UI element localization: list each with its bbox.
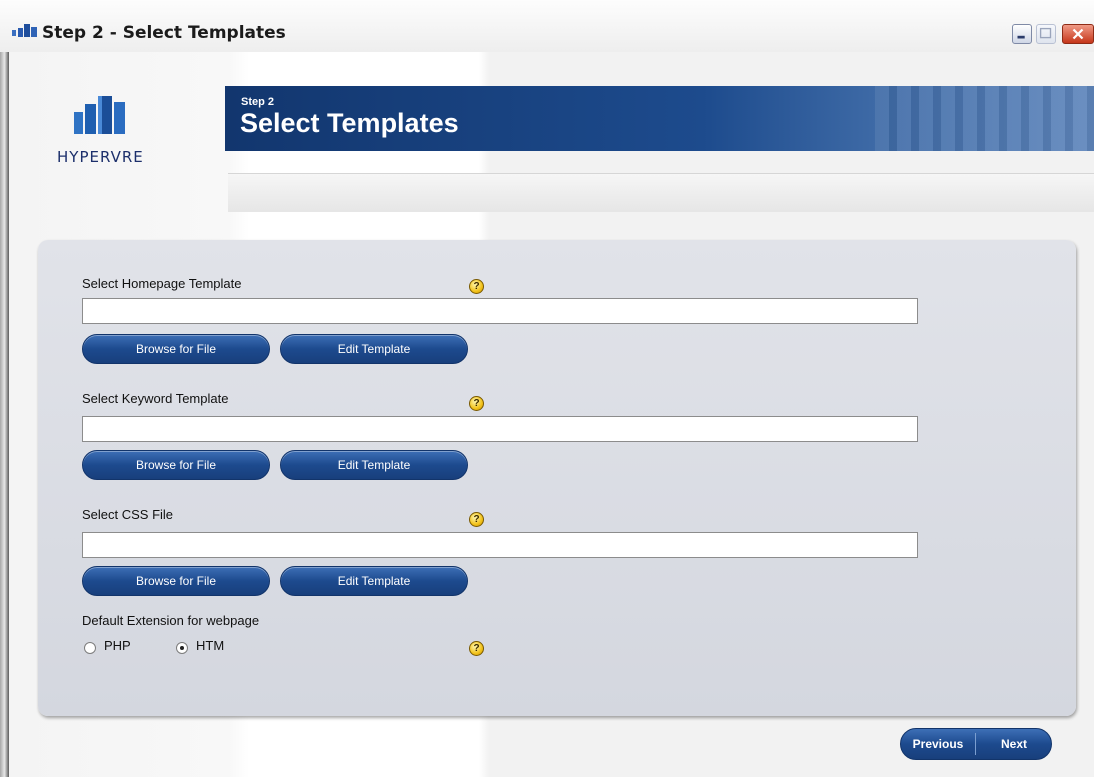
minimize-button[interactable] bbox=[1012, 24, 1032, 44]
edit-homepage-template-button[interactable]: Edit Template bbox=[280, 334, 468, 364]
banner-decoration bbox=[875, 86, 1094, 151]
radio-php-label: PHP bbox=[104, 638, 131, 653]
maximize-button[interactable] bbox=[1036, 24, 1056, 44]
help-icon[interactable]: ? bbox=[469, 279, 484, 294]
subheader-bar bbox=[228, 173, 1094, 212]
css-file-label: Select CSS File bbox=[82, 507, 174, 522]
radio-php[interactable] bbox=[84, 642, 96, 654]
help-icon[interactable]: ? bbox=[469, 396, 484, 411]
maximize-icon bbox=[1039, 27, 1052, 39]
extension-label: Default Extension for webpage bbox=[82, 613, 260, 628]
app-icon bbox=[12, 24, 37, 37]
homepage-template-label: Select Homepage Template bbox=[82, 276, 242, 291]
navigation-buttons: Previous Next bbox=[900, 728, 1052, 760]
homepage-template-input[interactable] bbox=[82, 298, 918, 324]
previous-button[interactable]: Previous bbox=[901, 729, 975, 759]
window-title: Step 2 - Select Templates bbox=[42, 23, 286, 43]
header-banner: Step 2 Select Templates bbox=[225, 86, 1094, 151]
close-button[interactable] bbox=[1062, 24, 1094, 44]
page-title: Select Templates bbox=[240, 108, 459, 138]
browse-homepage-button[interactable]: Browse for File bbox=[82, 334, 270, 364]
keyword-template-label: Select Keyword Template bbox=[82, 391, 229, 406]
edit-keyword-template-button[interactable]: Edit Template bbox=[280, 450, 468, 480]
step-label: Step 2 bbox=[241, 96, 275, 108]
help-icon[interactable]: ? bbox=[469, 641, 484, 656]
close-icon bbox=[1072, 28, 1084, 40]
next-button[interactable]: Next bbox=[976, 729, 1051, 759]
radio-htm[interactable] bbox=[176, 642, 188, 654]
window-frame-left bbox=[0, 52, 9, 777]
browse-keyword-button[interactable]: Browse for File bbox=[82, 450, 270, 480]
browse-css-button[interactable]: Browse for File bbox=[82, 566, 270, 596]
edit-css-template-button[interactable]: Edit Template bbox=[280, 566, 468, 596]
window-titlebar[interactable]: Step 2 - Select Templates bbox=[0, 0, 1094, 52]
help-icon[interactable]: ? bbox=[469, 512, 484, 527]
keyword-template-input[interactable] bbox=[82, 416, 918, 442]
radio-htm-label: HTM bbox=[196, 638, 225, 653]
css-file-input[interactable] bbox=[82, 532, 918, 558]
logo-text: HYPERVRE bbox=[57, 148, 144, 166]
minimize-icon bbox=[1017, 35, 1025, 39]
